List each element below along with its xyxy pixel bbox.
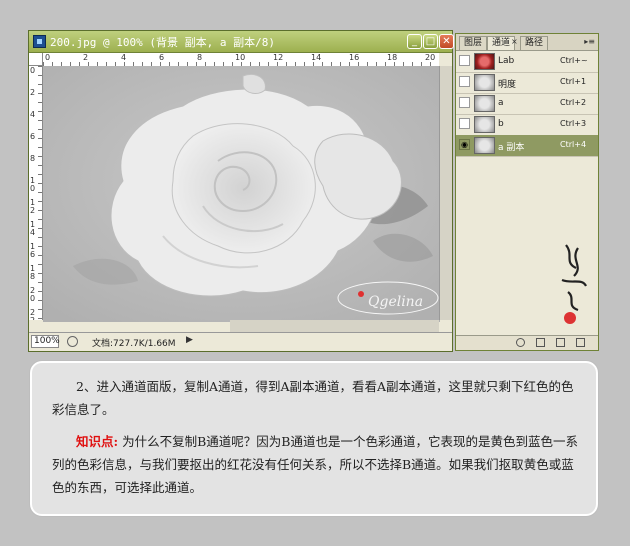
rose-image: Qgelina xyxy=(43,66,440,322)
load-selection-icon[interactable] xyxy=(516,338,525,347)
vertical-ruler[interactable]: 0 2 4 6 8 1 0 1 2 1 4 1 6 1 8 2 0 2 2 xyxy=(29,66,43,320)
channel-thumbnail xyxy=(474,53,495,70)
ruler-left-tick: 2 xyxy=(30,88,36,97)
ruler-top-tick: 8 xyxy=(197,53,203,62)
tab-close-icon[interactable]: × xyxy=(511,37,518,46)
ruler-left-tick: 1 4 xyxy=(30,220,36,237)
channel-row[interactable]: b Ctrl+3 xyxy=(456,114,598,136)
channel-name: Lab xyxy=(498,56,515,66)
close-icon[interactable]: ✕ xyxy=(439,34,454,49)
document-title: 200.jpg @ 100% (背景 副本, a 副本/8) xyxy=(50,36,275,49)
ruler-left-tick: 0 xyxy=(30,66,36,75)
ruler-left-tick: 2 0 xyxy=(30,286,36,303)
ruler-left-tick: 1 6 xyxy=(30,242,36,259)
calligraphy-seal-decoration xyxy=(561,244,587,324)
document-size-info: 文档:727.7K/1.66M xyxy=(92,339,176,349)
delete-channel-icon[interactable] xyxy=(576,338,585,347)
visibility-eye-icon[interactable] xyxy=(459,76,470,87)
document-window: 200.jpg @ 100% (背景 副本, a 副本/8) _ □ ✕ 0 2 4… xyxy=(28,30,454,352)
ruler-top-tick: 18 xyxy=(387,53,398,62)
channel-row[interactable]: a Ctrl+2 xyxy=(456,93,598,115)
signature-watermark: Qgelina xyxy=(368,294,423,310)
ruler-top-tick: 2 xyxy=(83,53,89,62)
maximize-icon[interactable]: □ xyxy=(423,34,438,49)
minimize-icon[interactable]: _ xyxy=(407,34,422,49)
ruler-top-tick: 0 xyxy=(45,53,51,62)
ruler-left-tick: 1 2 xyxy=(30,198,36,215)
channel-thumbnail xyxy=(474,95,495,112)
channel-shortcut: Ctrl+1 xyxy=(560,77,587,86)
ruler-top-tick: 12 xyxy=(273,53,284,62)
image-canvas[interactable]: Qgelina xyxy=(43,66,440,322)
horizontal-ruler[interactable]: 0 2 4 6 8 10 12 14 16 18 20 xyxy=(43,53,439,67)
ruler-left-tick: 4 xyxy=(30,110,36,119)
channel-shortcut: Ctrl+4 xyxy=(560,140,587,149)
ruler-top-tick: 20 xyxy=(425,53,436,62)
channel-name: a 副本 xyxy=(498,143,525,153)
channel-name: a xyxy=(498,98,504,108)
ruler-top-tick: 10 xyxy=(235,53,246,62)
knowledge-text: 为什么不复制B通道呢？因为B通道也是一个色彩通道，它表现的是黄色到蓝色一系列的色… xyxy=(52,434,578,495)
visibility-eye-icon[interactable]: ◉ xyxy=(459,139,470,150)
panel-tabs: 图层 通道 × 路径 ▸≡ xyxy=(456,34,598,51)
channel-shortcut: Ctrl+~ xyxy=(560,56,588,65)
ruler-top-tick: 16 xyxy=(349,53,360,62)
new-channel-icon[interactable] xyxy=(556,338,565,347)
visibility-eye-icon[interactable] xyxy=(459,118,470,129)
channel-row[interactable]: 明度 Ctrl+1 xyxy=(456,72,598,94)
channel-thumbnail xyxy=(474,137,495,154)
ruler-top-tick: 14 xyxy=(311,53,322,62)
channel-shortcut: Ctrl+2 xyxy=(560,98,587,107)
channel-row[interactable]: ◉ a 副本 Ctrl+4 xyxy=(456,135,598,157)
channel-thumbnail xyxy=(474,116,495,133)
instruction-paragraph: 2、进入通道面版，复制A通道，得到A副本通道，看看A副本通道，这里就只剩下红色的… xyxy=(52,379,574,417)
document-titlebar[interactable]: 200.jpg @ 100% (背景 副本, a 副本/8) _ □ ✕ xyxy=(29,31,454,53)
status-bar: 100% 文档:727.7K/1.66M ▶ xyxy=(29,332,452,351)
ruler-left-tick: 2 2 xyxy=(30,308,36,321)
vertical-scrollbar[interactable] xyxy=(439,66,452,320)
channel-shortcut: Ctrl+3 xyxy=(560,119,587,128)
tab-layers[interactable]: 图层 xyxy=(459,36,488,50)
knowledge-paragraph: 知识点: 为什么不复制B通道呢？因为B通道也是一个色彩通道，它表现的是黄色到蓝色… xyxy=(52,430,580,499)
visibility-eye-icon[interactable] xyxy=(459,55,470,66)
save-selection-icon[interactable] xyxy=(536,338,545,347)
knowledge-point-label: 知识点: xyxy=(76,434,119,449)
ruler-left-tick: 8 xyxy=(30,154,36,163)
panel-footer xyxy=(456,335,598,350)
ruler-left-tick: 6 xyxy=(30,132,36,141)
ruler-left-tick: 1 8 xyxy=(30,264,36,281)
channel-row[interactable]: Lab Ctrl+~ xyxy=(456,51,598,73)
ruler-top-tick: 4 xyxy=(121,53,127,62)
ruler-origin[interactable] xyxy=(29,53,43,66)
channel-name: b xyxy=(498,119,504,129)
channel-thumbnail xyxy=(474,74,495,91)
panel-menu-icon[interactable]: ▸≡ xyxy=(584,37,595,46)
instruction-text-box: 2、进入通道面版，复制A通道，得到A副本通道，看看A副本通道，这里就只剩下红色的… xyxy=(30,361,598,516)
zoom-field[interactable]: 100% xyxy=(31,335,60,348)
tab-paths[interactable]: 路径 xyxy=(520,36,549,50)
ruler-top-tick: 6 xyxy=(159,53,165,62)
document-status-icon[interactable] xyxy=(67,336,78,347)
channel-name: 明度 xyxy=(498,80,517,90)
status-menu-arrow-icon[interactable]: ▶ xyxy=(186,335,193,345)
ruler-left-tick: 1 0 xyxy=(30,176,36,193)
photoshop-document-icon xyxy=(33,35,46,48)
visibility-eye-icon[interactable] xyxy=(459,97,470,108)
